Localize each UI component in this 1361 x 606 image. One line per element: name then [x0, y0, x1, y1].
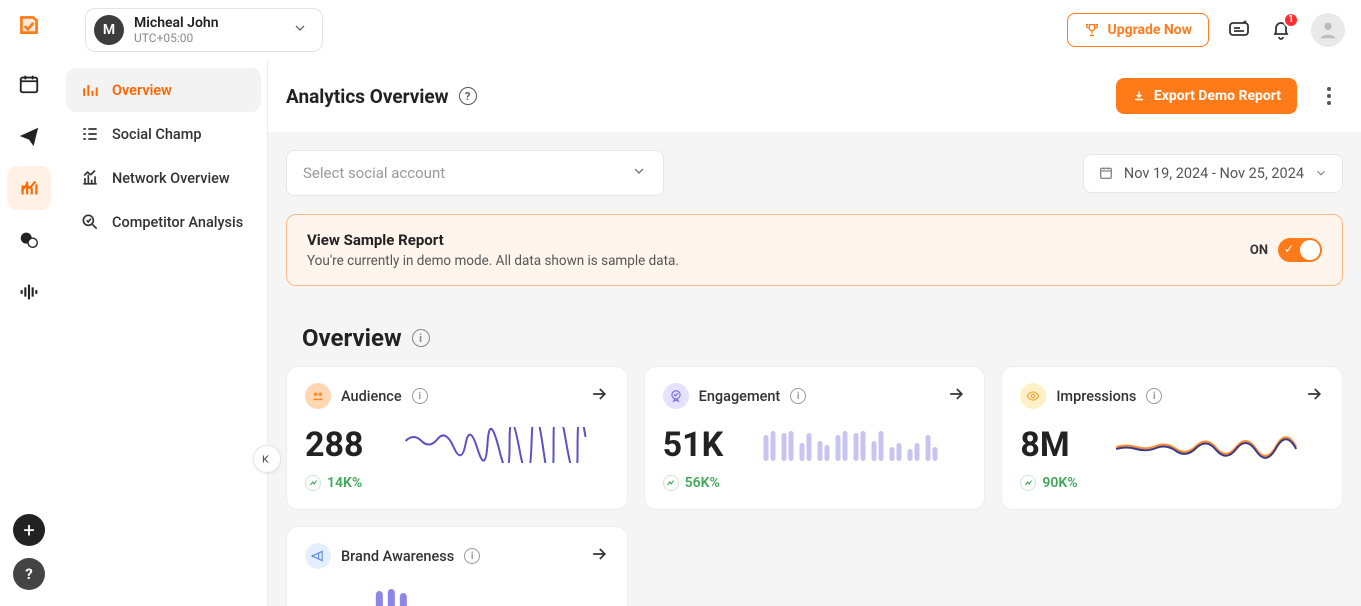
upgrade-label: Upgrade Now — [1108, 22, 1192, 38]
add-button[interactable]: + — [13, 514, 45, 546]
main-content: Analytics Overview ? Export Demo Report … — [268, 60, 1361, 606]
trend-value: 14K% — [327, 475, 362, 491]
subnav-overview[interactable]: Overview — [66, 68, 261, 112]
nav-send[interactable] — [7, 114, 51, 158]
more-menu-icon[interactable] — [1317, 87, 1341, 105]
chevron-down-icon — [1314, 166, 1328, 180]
notification-badge: 1 — [1283, 12, 1299, 28]
notifications-icon[interactable]: 1 — [1269, 18, 1293, 42]
nav-analytics[interactable] — [7, 166, 51, 210]
trend-up-icon — [305, 475, 321, 491]
subnav-item-label: Overview — [112, 82, 172, 99]
info-icon[interactable]: i — [412, 388, 428, 404]
card-engagement[interactable]: Engagement i 51K — [644, 366, 986, 510]
toggle-label: ON — [1250, 243, 1268, 258]
overview-cards: Audience i 288 14K% — [286, 366, 1343, 510]
card-label: Engagement — [699, 388, 781, 405]
export-report-button[interactable]: Export Demo Report — [1116, 78, 1297, 114]
chevron-down-icon — [292, 20, 308, 40]
sample-report-banner: View Sample Report You're currently in d… — [286, 214, 1343, 286]
chevron-down-icon — [631, 163, 647, 183]
account-avatar: M — [94, 15, 124, 45]
analysis-icon — [80, 212, 100, 232]
title-help-icon[interactable]: ? — [459, 87, 477, 105]
card-trend: 56K% — [663, 475, 967, 491]
select-account-placeholder: Select social account — [303, 164, 445, 182]
subnav-network-overview[interactable]: Network Overview — [66, 156, 261, 200]
feedback-icon[interactable] — [1227, 18, 1251, 42]
user-avatar[interactable] — [1311, 13, 1345, 47]
arrow-right-icon — [1304, 384, 1324, 408]
impressions-icon — [1020, 383, 1046, 409]
subnav-competitor-analysis[interactable]: Competitor Analysis — [66, 200, 261, 244]
trophy-icon — [1084, 22, 1100, 38]
page-title: Analytics Overview — [286, 85, 449, 108]
card-label: Audience — [341, 388, 402, 405]
bar-sparkline — [741, 427, 966, 463]
chart-icon — [80, 168, 100, 188]
megaphone-icon — [305, 543, 331, 569]
arrow-right-icon — [589, 384, 609, 408]
engagement-icon — [663, 383, 689, 409]
card-impressions[interactable]: Impressions i 8M — [1001, 366, 1343, 510]
card-metric: 51K — [663, 425, 724, 465]
account-name: Micheal John — [134, 15, 219, 31]
card-audience[interactable]: Audience i 288 14K% — [286, 366, 628, 510]
subnav-item-label: Social Champ — [112, 126, 202, 143]
icon-rail: + ? — [0, 0, 58, 606]
main-header: Analytics Overview ? Export Demo Report — [268, 60, 1361, 132]
app-logo — [16, 12, 42, 38]
card-label: Impressions — [1056, 388, 1136, 405]
bars-icon — [80, 80, 100, 100]
card-label: Brand Awareness — [341, 548, 454, 565]
info-icon[interactable]: i — [1146, 388, 1162, 404]
topbar: M Micheal John UTC+05:00 Upgrade Now 1 — [58, 0, 1361, 60]
date-range-label: Nov 19, 2024 - Nov 25, 2024 — [1124, 165, 1304, 182]
section-info-icon[interactable]: i — [412, 329, 430, 347]
calendar-icon — [1098, 165, 1114, 181]
sparkline — [1088, 427, 1324, 463]
audience-icon — [305, 383, 331, 409]
download-icon — [1132, 89, 1146, 103]
select-account-dropdown[interactable]: Select social account — [286, 150, 664, 196]
trend-value: 90K% — [1042, 475, 1077, 491]
trend-value: 56K% — [685, 475, 720, 491]
help-button[interactable]: ? — [13, 558, 45, 590]
subnav-social-champ[interactable]: Social Champ — [66, 112, 261, 156]
nav-engage[interactable] — [7, 218, 51, 262]
check-icon: ✓ — [1284, 242, 1294, 256]
filter-bar: Select social account Nov 19, 2024 - Nov… — [286, 150, 1343, 196]
account-timezone: UTC+05:00 — [134, 31, 219, 45]
arrow-right-icon — [946, 384, 966, 408]
bar-sparkline — [323, 585, 609, 606]
info-icon[interactable]: i — [790, 388, 806, 404]
card-trend: 14K% — [305, 475, 609, 491]
trend-up-icon — [1020, 475, 1036, 491]
list-icon — [80, 124, 100, 144]
trend-up-icon — [663, 475, 679, 491]
card-metric: 8M — [1020, 425, 1069, 465]
sparkline — [382, 427, 609, 463]
card-brand-awareness[interactable]: Brand Awareness i — [286, 526, 628, 606]
banner-subtitle: You're currently in demo mode. All data … — [307, 253, 679, 269]
collapse-subnav-button[interactable] — [253, 445, 281, 473]
subnav-item-label: Competitor Analysis — [112, 214, 243, 231]
card-trend: 90K% — [1020, 475, 1324, 491]
nav-calendar[interactable] — [7, 62, 51, 106]
nav-audio[interactable] — [7, 270, 51, 314]
sample-report-toggle[interactable]: ✓ — [1278, 238, 1322, 262]
account-selector[interactable]: M Micheal John UTC+05:00 — [85, 8, 323, 52]
section-title: Overview — [302, 324, 402, 352]
upgrade-button[interactable]: Upgrade Now — [1067, 13, 1209, 47]
subnav-item-label: Network Overview — [112, 170, 230, 187]
arrow-right-icon — [589, 544, 609, 568]
banner-title: View Sample Report — [307, 231, 679, 249]
export-label: Export Demo Report — [1154, 88, 1281, 104]
subnav: Overview Social Champ Network Overview C… — [58, 60, 268, 606]
info-icon[interactable]: i — [464, 548, 480, 564]
card-metric: 288 — [305, 425, 364, 465]
date-range-picker[interactable]: Nov 19, 2024 - Nov 25, 2024 — [1083, 154, 1343, 193]
